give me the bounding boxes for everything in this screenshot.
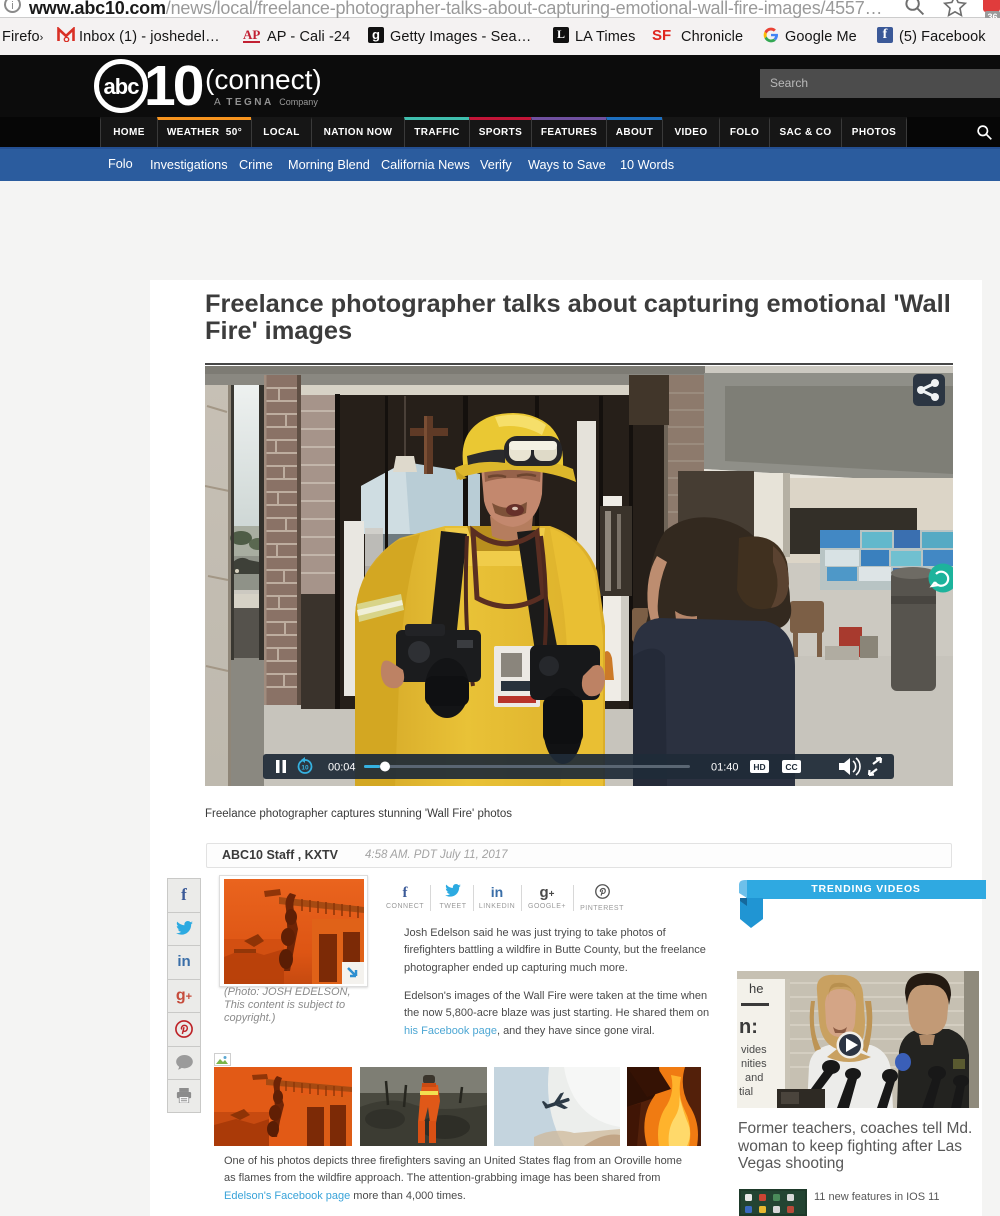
svg-text:CC: CC bbox=[785, 762, 797, 772]
svg-text:00:04: 00:04 bbox=[328, 762, 356, 774]
svg-text:10: 10 bbox=[301, 765, 309, 772]
svg-text:10: 10 bbox=[144, 58, 203, 116]
svg-text:nities: nities bbox=[741, 1058, 767, 1070]
svg-text:and: and bbox=[745, 1072, 763, 1084]
svg-text:he: he bbox=[749, 981, 763, 996]
svg-text:vides: vides bbox=[741, 1044, 767, 1056]
svg-text:01:40: 01:40 bbox=[711, 762, 739, 774]
svg-text:tial: tial bbox=[739, 1086, 753, 1098]
svg-text:HD: HD bbox=[753, 762, 765, 772]
svg-text:abc: abc bbox=[104, 74, 140, 99]
svg-text:n:: n: bbox=[739, 1016, 758, 1038]
